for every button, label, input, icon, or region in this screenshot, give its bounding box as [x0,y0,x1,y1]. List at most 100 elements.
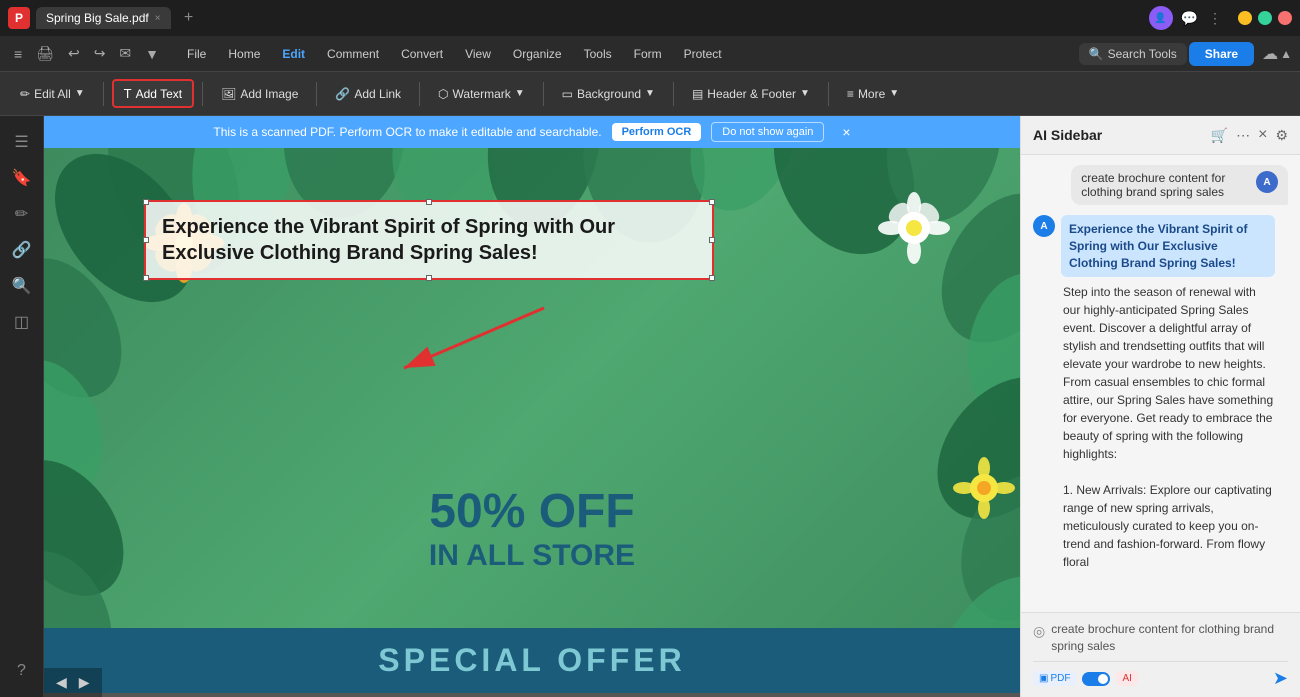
mail-icon[interactable]: ✉ [113,41,137,66]
search-tools-button[interactable]: 🔍 Search Tools [1079,43,1187,65]
perform-ocr-button[interactable]: Perform OCR [612,123,702,141]
pdf-badge-label: PDF [1050,673,1070,684]
print-icon[interactable]: 🖨 [30,41,60,66]
editable-text-box[interactable]: Experience the Vibrant Spirit of Spring … [144,200,714,280]
minimize-button[interactable] [1238,11,1252,25]
share-button[interactable]: Share [1189,42,1254,66]
search-tools-label: Search Tools [1108,47,1177,61]
ocr-message: This is a scanned PDF. Perform OCR to ma… [213,125,601,139]
handle-tm[interactable] [426,199,432,205]
menu-item-edit[interactable]: Edit [272,43,315,65]
ai-sidebar: AI Sidebar 🛒 ⋯ × ⚙ create brochure conte… [1020,116,1300,697]
ai-messages-list: create brochure content for clothing bra… [1021,155,1300,612]
handle-tl[interactable] [143,199,149,205]
add-text-button[interactable]: T Add Text [112,79,194,108]
image-icon: 🖼 [221,87,236,101]
sale-subtext: IN ALL STORE [44,539,1020,573]
header-footer-label: Header & Footer [707,87,796,101]
menu-item-convert[interactable]: Convert [391,43,453,65]
close-button[interactable] [1278,11,1292,25]
special-offer-bar: SPECIAL OFFER [44,628,1020,693]
prev-query-text: create brochure content for clothing bra… [1051,621,1288,655]
text-box-content: Experience the Vibrant Spirit of Spring … [162,214,696,266]
handle-br[interactable] [709,275,715,281]
left-sidebar: ☰ 🔖 ✏ 🔗 🔍 ◫ ? [0,116,44,697]
chat-icon[interactable]: 💬 [1181,10,1198,27]
user-message: create brochure content for clothing bra… [1071,165,1288,205]
maximize-button[interactable] [1258,11,1272,25]
sidebar-annotation-icon[interactable]: ✏ [6,198,38,230]
ai-prev-query: ◎ create brochure content for clothing b… [1033,621,1288,655]
page-navigation: ◀ ▶ [44,668,102,697]
toolbar-separator-5 [543,82,544,106]
add-image-button[interactable]: 🖼 Add Image [211,82,308,106]
handle-bl[interactable] [143,275,149,281]
prev-page-button[interactable]: ◀ [52,672,71,693]
close-sidebar-icon[interactable]: × [1258,126,1267,144]
expand-icon: ▲ [1280,47,1292,61]
background-icon: ▭ [562,87,573,101]
menu-item-organize[interactable]: Organize [503,43,572,65]
sidebar-bookmark-icon[interactable]: 🔖 [6,162,38,194]
watermark-dropdown: ▼ [515,88,525,99]
ai-input-row: ▣ PDF AI ➤ [1033,661,1288,689]
settings-icon[interactable]: ⚙ [1275,127,1288,144]
sale-text-block: 50% OFF IN ALL STORE [44,484,1020,573]
sidebar-link-icon[interactable]: 🔗 [6,234,38,266]
menu-icon-file[interactable]: ≡ [8,42,28,66]
edit-icon: ✏ [20,87,30,101]
add-link-button[interactable]: 🔗 Add Link [325,82,411,106]
header-footer-button[interactable]: ▤ Header & Footer ▼ [682,82,820,106]
next-page-button[interactable]: ▶ [75,672,94,693]
new-tab-button[interactable]: + [177,6,201,30]
sidebar-search-icon[interactable]: 🔍 [6,270,38,302]
pdf-badge-icon: ▣ [1039,673,1048,684]
sidebar-layers-icon[interactable]: ◫ [6,306,38,338]
menu-item-file[interactable]: File [177,43,216,65]
redo-icon[interactable]: ↪ [88,41,112,66]
sidebar-help-icon[interactable]: ? [6,655,38,687]
ai-badge: A [1033,215,1055,237]
more-dropdown: ▼ [889,88,899,99]
ai-send-button[interactable]: ➤ [1273,668,1288,689]
ai-toggle[interactable] [1082,672,1110,686]
user-avatar-badge: A [1256,171,1278,193]
search-icon: 🔍 [1089,47,1104,61]
undo-icon[interactable]: ↩ [62,41,86,66]
handle-ml[interactable] [143,237,149,243]
ocr-close-icon[interactable]: × [842,124,850,140]
do-not-show-button[interactable]: Do not show again [711,122,824,142]
watermark-label: Watermark [453,87,511,101]
tab-close-icon[interactable]: × [155,13,161,24]
menu-item-protect[interactable]: Protect [674,43,732,65]
menu-item-comment[interactable]: Comment [317,43,389,65]
background-button[interactable]: ▭ Background ▼ [552,82,665,106]
more-options-icon[interactable]: ⋮ [1208,10,1222,27]
pdf-badge: ▣ PDF [1033,671,1076,686]
handle-bm[interactable] [426,275,432,281]
menu-item-tools[interactable]: Tools [574,43,622,65]
ai-footer: ◎ create brochure content for clothing b… [1021,612,1300,697]
ai-header-icons: 🛒 ⋯ × ⚙ [1211,126,1288,144]
more-options-icon[interactable]: ⋯ [1236,127,1250,144]
watermark-button[interactable]: ⬡ Watermark ▼ [428,82,535,106]
handle-tr[interactable] [709,199,715,205]
menu-item-form[interactable]: Form [624,43,672,65]
ai-badge-label: AI [1116,671,1137,686]
dropdown-icon[interactable]: ▼ [139,42,165,66]
sidebar-menu-icon[interactable]: ☰ [6,126,38,158]
cart-icon[interactable]: 🛒 [1211,127,1228,144]
ai-highlight-text: Experience the Vibrant Spirit of Spring … [1061,215,1275,277]
location-icon: ◎ [1033,623,1045,640]
more-button[interactable]: ≡ More ▼ [837,82,909,106]
add-text-icon: T [124,86,132,101]
toolbar-separator-2 [202,82,203,106]
menu-item-view[interactable]: View [455,43,501,65]
edit-all-button[interactable]: ✏ Edit All ▼ [10,82,95,106]
watermark-icon: ⬡ [438,87,448,101]
menu-item-home[interactable]: Home [218,43,270,65]
handle-mr[interactable] [709,237,715,243]
toolbar-separator-7 [828,82,829,106]
active-tab[interactable]: Spring Big Sale.pdf × [36,7,171,29]
add-link-label: Add Link [354,87,401,101]
